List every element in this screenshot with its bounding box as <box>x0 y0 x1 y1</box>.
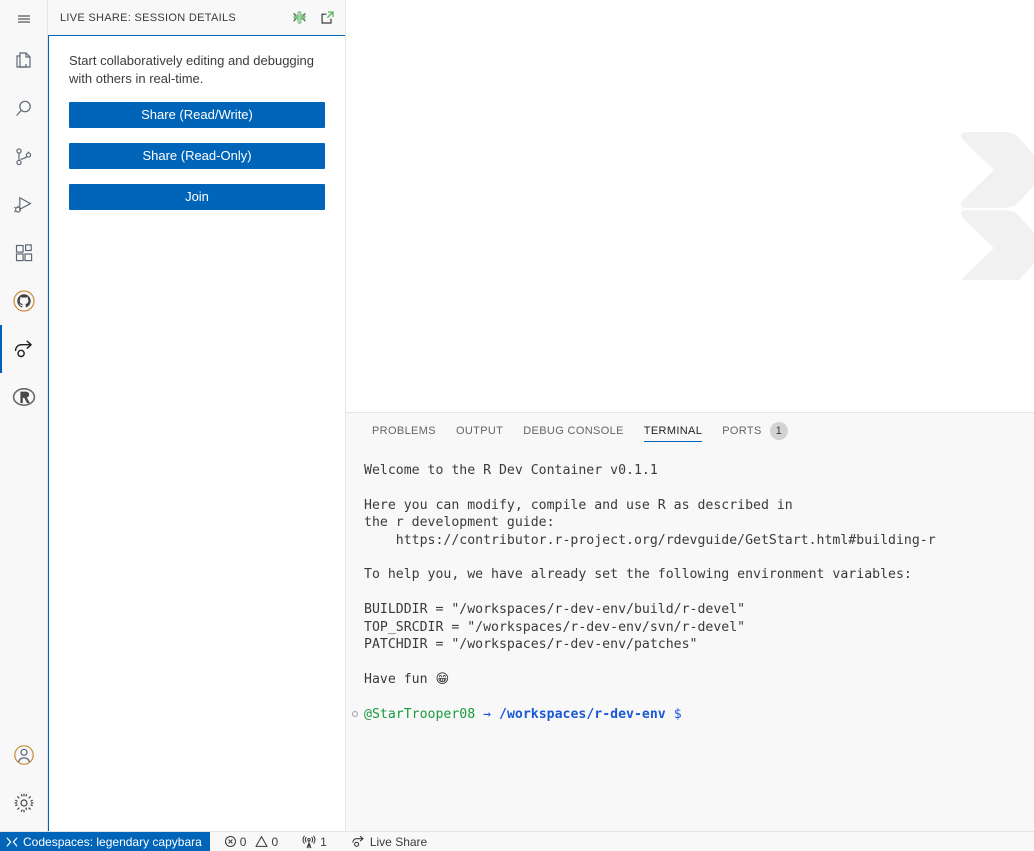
activity-bar-bottom-group <box>0 731 47 831</box>
source-control-icon <box>12 145 36 169</box>
command-decoration-marker[interactable] <box>352 711 358 717</box>
status-remote-label: Codespaces: legendary capybara <box>23 835 202 849</box>
files-icon <box>12 49 36 73</box>
live-share-icon <box>11 336 37 362</box>
terminal-line: PATCHDIR = "/workspaces/r-dev-env/patche… <box>364 636 1034 653</box>
sidebar-header-actions <box>289 8 337 28</box>
join-button[interactable]: Join <box>69 184 325 210</box>
live-share-icon <box>351 834 366 849</box>
sidebar-item-live-share[interactable] <box>0 325 48 373</box>
have-fun-text: Have fun <box>364 672 435 687</box>
menu-hamburger-button[interactable] <box>0 0 48 37</box>
tab-terminal[interactable]: TERMINAL <box>634 413 712 448</box>
status-error-count: 0 <box>240 835 247 849</box>
share-read-only-button[interactable]: Share (Read-Only) <box>69 143 325 169</box>
tab-terminal-label: TERMINAL <box>644 425 702 437</box>
sidebar-item-explorer[interactable] <box>0 37 48 85</box>
tab-output-label: OUTPUT <box>456 425 503 437</box>
r-icon <box>11 384 37 410</box>
workbench-main-row: LIVE SHARE: SESSION DETAILS <box>0 0 1034 831</box>
status-problems[interactable]: 0 0 <box>218 832 284 851</box>
prompt-path: /workspaces/r-dev-env <box>499 707 666 722</box>
status-ports-count: 1 <box>320 835 327 849</box>
tab-problems-label: PROBLEMS <box>372 425 436 437</box>
status-ports[interactable]: 1 <box>296 832 333 851</box>
settings-button[interactable] <box>0 779 48 827</box>
activity-bar-top-group <box>0 0 47 421</box>
terminal-output[interactable]: Welcome to the R Dev Container v0.1.1 He… <box>346 448 1034 831</box>
panel-tab-bar: PROBLEMS OUTPUT DEBUG CONSOLE TERMINAL P… <box>346 413 1034 448</box>
error-circle-icon <box>224 835 237 848</box>
run-debug-icon <box>12 193 36 217</box>
open-in-browser-button[interactable] <box>317 8 337 28</box>
activity-bar <box>0 0 48 831</box>
warning-triangle-icon <box>255 835 268 848</box>
empty-editor-group[interactable] <box>346 0 1034 412</box>
terminal-have-fun-line: Have fun 😁 <box>364 671 1034 688</box>
editor-watermark-chevrons <box>956 120 1034 280</box>
gear-icon <box>11 790 37 816</box>
status-live-share[interactable]: Live Share <box>345 832 433 851</box>
prompt-arrow-icon: → <box>483 707 491 722</box>
editor-area: PROBLEMS OUTPUT DEBUG CONSOLE TERMINAL P… <box>346 0 1034 831</box>
sidebar-item-source-control[interactable] <box>0 133 48 181</box>
status-remote-indicator[interactable]: Codespaces: legendary capybara <box>0 832 210 851</box>
terminal-line: https://contributor.r-project.org/rdevgu… <box>364 532 1034 549</box>
terminal-line <box>364 653 1034 670</box>
terminal-line <box>364 688 1034 705</box>
github-icon <box>11 288 37 314</box>
status-live-share-label: Live Share <box>370 835 427 849</box>
sidebar-title: LIVE SHARE: SESSION DETAILS <box>60 12 236 24</box>
terminal-line <box>364 479 1034 496</box>
grinning-face-emoji: 😁 <box>435 672 449 687</box>
terminal-line <box>364 584 1034 601</box>
live-share-description: Start collaboratively editing and debugg… <box>69 52 325 88</box>
live-share-contacts-icon <box>292 10 307 25</box>
tab-problems[interactable]: PROBLEMS <box>362 413 446 448</box>
terminal-line: To help you, we have already set the fol… <box>364 566 1034 583</box>
sidebar-item-search[interactable] <box>0 85 48 133</box>
terminal-line: Here you can modify, compile and use R a… <box>364 497 1034 514</box>
terminal-line <box>364 549 1034 566</box>
link-external-icon <box>320 10 335 25</box>
status-warnings: 0 <box>255 835 278 849</box>
prompt-symbol: $ <box>674 707 682 722</box>
tab-debug-console-label: DEBUG CONSOLE <box>523 425 624 437</box>
side-bar: LIVE SHARE: SESSION DETAILS <box>48 0 346 831</box>
terminal-line: BUILDDIR = "/workspaces/r-dev-env/build/… <box>364 601 1034 618</box>
vscode-window: LIVE SHARE: SESSION DETAILS <box>0 0 1034 851</box>
accounts-button[interactable] <box>0 731 48 779</box>
terminal-line: Welcome to the R Dev Container v0.1.1 <box>364 462 1034 479</box>
status-bar: Codespaces: legendary capybara 0 0 <box>0 831 1034 851</box>
remote-indicator-icon <box>6 836 18 848</box>
tab-debug-console[interactable]: DEBUG CONSOLE <box>513 413 634 448</box>
sidebar-item-run-debug[interactable] <box>0 181 48 229</box>
bottom-panel: PROBLEMS OUTPUT DEBUG CONSOLE TERMINAL P… <box>346 412 1034 831</box>
sidebar-header: LIVE SHARE: SESSION DETAILS <box>48 0 345 35</box>
share-read-write-button[interactable]: Share (Read/Write) <box>69 102 325 128</box>
tab-output[interactable]: OUTPUT <box>446 413 513 448</box>
live-share-session-panel: Start collaboratively editing and debugg… <box>48 35 345 831</box>
tab-ports-label: PORTS <box>722 425 761 437</box>
sidebar-item-r[interactable] <box>0 373 48 421</box>
tab-ports-badge: 1 <box>770 422 788 440</box>
terminal-prompt-line: @StarTrooper08 → /workspaces/r-dev-env $ <box>364 706 1034 723</box>
terminal-line: TOP_SRCDIR = "/workspaces/r-dev-env/svn/… <box>364 619 1034 636</box>
tab-ports[interactable]: PORTS 1 <box>712 413 797 448</box>
hamburger-icon <box>15 10 33 28</box>
sidebar-item-github[interactable] <box>0 277 48 325</box>
account-icon <box>11 742 37 768</box>
search-icon <box>12 97 36 121</box>
status-errors: 0 <box>224 835 247 849</box>
extensions-icon <box>12 241 36 265</box>
prompt-user: @StarTrooper08 <box>364 707 475 722</box>
radio-tower-icon <box>302 835 316 849</box>
terminal-line: the r development guide: <box>364 514 1034 531</box>
status-warning-count: 0 <box>271 835 278 849</box>
sidebar-item-extensions[interactable] <box>0 229 48 277</box>
live-share-contacts-button[interactable] <box>289 8 309 28</box>
